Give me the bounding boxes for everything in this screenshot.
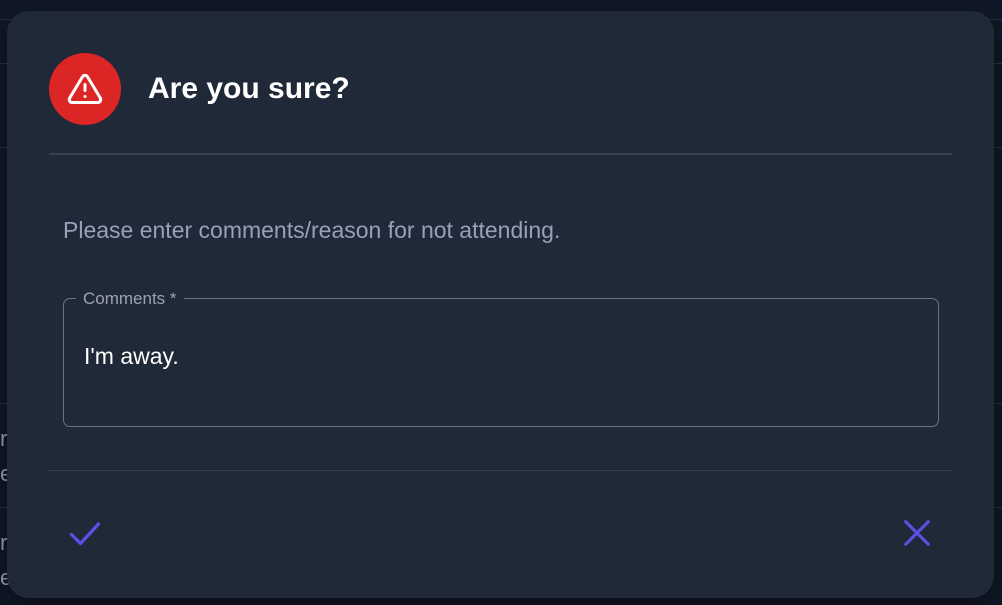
- confirm-button[interactable]: [65, 513, 105, 553]
- warning-triangle-icon: [67, 73, 103, 104]
- dialog-title: Are you sure?: [148, 72, 350, 105]
- comments-field[interactable]: Comments *: [63, 289, 939, 427]
- dialog-header: Are you sure?: [49, 53, 952, 155]
- confirm-dialog: Are you sure? Please enter comments/reas…: [7, 11, 994, 598]
- cancel-button[interactable]: [897, 513, 937, 553]
- footer-divider: [49, 470, 952, 471]
- comments-input[interactable]: [84, 341, 914, 371]
- warning-badge: [49, 53, 121, 125]
- check-icon: [69, 522, 101, 546]
- dialog-prompt: Please enter comments/reason for not att…: [63, 217, 561, 243]
- comments-field-label: Comments *: [76, 289, 184, 309]
- close-icon: [904, 520, 930, 546]
